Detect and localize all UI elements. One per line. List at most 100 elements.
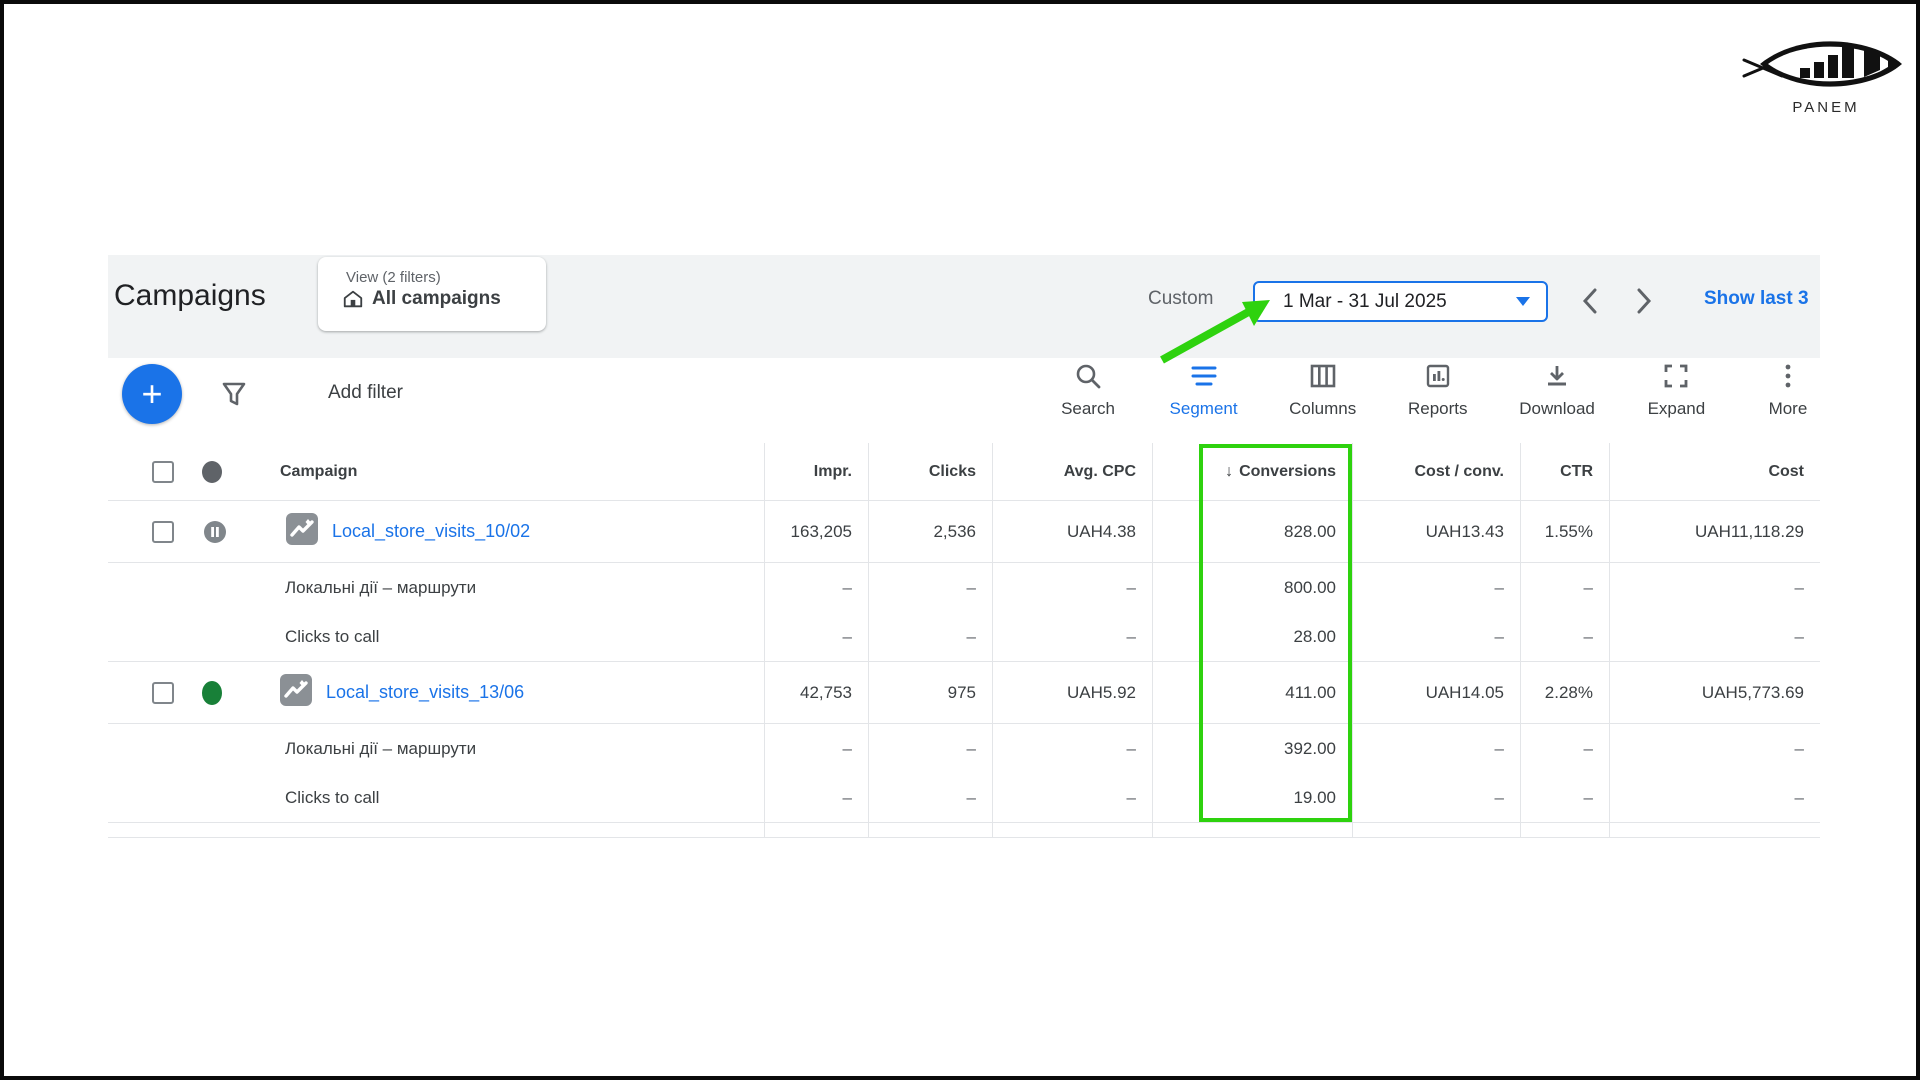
columns-button[interactable]: Columns [1289,362,1356,419]
ctr-value: – [1520,563,1609,612]
home-icon [342,288,364,310]
column-header-ctr[interactable]: CTR [1520,443,1609,500]
cost-per-conv-value: – [1352,612,1520,661]
conversions-value: 19.00 [1152,773,1352,822]
cost-per-conv-value: UAH13.43 [1352,501,1520,562]
status-filter-icon[interactable] [202,461,222,483]
filter-button[interactable] [218,378,250,410]
segment-label: Локальні дії – маршрути [285,739,476,759]
campaign-name-link[interactable]: Local_store_visits_13/06 [326,682,524,703]
more-vertical-icon [1774,362,1802,390]
column-header-avg-cpc[interactable]: Avg. CPC [992,443,1152,500]
avg-cpc-value: UAH5.92 [992,662,1152,723]
download-button[interactable]: Download [1519,362,1595,419]
view-filters-label: View (2 filters) [346,269,546,286]
expand-icon [1662,362,1690,390]
add-filter-button[interactable]: Add filter [328,382,403,404]
cost-value: UAH11,118.29 [1609,501,1820,562]
segment-icon [1189,362,1219,390]
more-label: More [1769,399,1808,419]
panem-logo: PANEM [1742,34,1910,112]
cost-per-conv-value: UAH14.05 [1352,662,1520,723]
column-header-campaign[interactable]: Campaign [280,463,357,481]
reports-icon [1424,362,1452,390]
next-period-button[interactable] [1624,279,1664,323]
ctr-value: – [1520,724,1609,773]
more-button[interactable]: More [1758,362,1818,419]
clicks-value: – [868,612,992,661]
avg-cpc-value: – [992,563,1152,612]
conversions-value: 28.00 [1152,612,1352,661]
cost-value: – [1609,724,1820,773]
search-label: Search [1061,399,1115,419]
column-header-conversions[interactable]: ↓ Conversions [1152,443,1352,500]
avg-cpc-value: – [992,612,1152,661]
segment-row: Локальні дії – маршрути – – – 800.00 – –… [108,563,1820,612]
impr-value: 163,205 [764,501,868,562]
panem-logo-text: PANEM [1742,99,1910,116]
row-checkbox[interactable] [152,682,174,704]
reports-button[interactable]: Reports [1408,362,1468,419]
search-button[interactable]: Search [1058,362,1118,419]
column-header-impr[interactable]: Impr. [764,443,868,500]
conversions-value: 411.00 [1152,662,1352,723]
impr-value: – [764,724,868,773]
conversions-value: 392.00 [1152,724,1352,773]
date-range-type: Custom [1148,288,1213,310]
table-row: Local_store_visits_13/06 42,753 975 UAH5… [108,662,1820,724]
column-header-cost[interactable]: Cost [1609,443,1820,500]
cost-value: UAH5,773.69 [1609,662,1820,723]
date-range-selector[interactable]: 1 Mar - 31 Jul 2025 [1253,281,1548,322]
impr-value: – [764,563,868,612]
segment-label: Локальні дії – маршрути [285,578,476,598]
chevron-right-icon [1636,288,1652,314]
ctr-value: – [1520,612,1609,661]
clicks-value: – [868,773,992,822]
row-checkbox[interactable] [152,521,174,543]
segment-button[interactable]: Segment [1170,362,1238,419]
clipped-row [108,823,1820,838]
columns-label: Columns [1289,399,1356,419]
ctr-value: – [1520,773,1609,822]
google-ads-campaigns-page: PANEM Campaigns View (2 filters) All cam… [0,0,1920,1080]
download-icon [1543,362,1571,390]
segment-row: Clicks to call – – – 28.00 – – – [108,612,1820,662]
dropdown-caret-icon [1516,297,1530,306]
avg-cpc-value: – [992,773,1152,822]
previous-period-button[interactable] [1570,279,1610,323]
clicks-value: – [868,724,992,773]
paused-status-icon [202,519,228,545]
page-title: Campaigns [114,279,266,313]
ctr-value: 2.28% [1520,662,1609,723]
expand-button[interactable]: Expand [1646,362,1706,419]
view-filters-card[interactable]: View (2 filters) All campaigns [318,257,546,331]
reports-label: Reports [1408,399,1468,419]
segment-label: Segment [1170,399,1238,419]
filter-funnel-icon [218,378,250,410]
cost-value: – [1609,773,1820,822]
cost-per-conv-value: – [1352,724,1520,773]
avg-cpc-value: UAH4.38 [992,501,1152,562]
panem-fish-icon [1742,34,1910,92]
sort-descending-icon: ↓ [1225,463,1233,481]
clicks-value: – [868,563,992,612]
segment-label: Clicks to call [285,627,379,647]
cost-per-conv-value: – [1352,773,1520,822]
campaign-type-icon [286,513,318,550]
conversions-value: 800.00 [1152,563,1352,612]
cost-per-conv-value: – [1352,563,1520,612]
enabled-status-icon [202,681,222,705]
table-row: Local_store_visits_10/02 163,205 2,536 U… [108,501,1820,563]
table-header-row: Campaign Impr. Clicks Avg. CPC ↓ Convers… [108,443,1820,501]
campaign-name-link[interactable]: Local_store_visits_10/02 [332,521,530,542]
new-campaign-button[interactable]: + [122,364,182,424]
avg-cpc-value: – [992,724,1152,773]
select-all-checkbox[interactable] [152,461,174,483]
column-header-clicks[interactable]: Clicks [868,443,992,500]
date-range-value: 1 Mar - 31 Jul 2025 [1283,291,1447,313]
download-label: Download [1519,399,1595,419]
segment-label: Clicks to call [285,788,379,808]
column-header-cost-per-conv[interactable]: Cost / conv. [1352,443,1520,500]
show-last-link[interactable]: Show last 3 [1704,288,1820,318]
impr-value: – [764,773,868,822]
